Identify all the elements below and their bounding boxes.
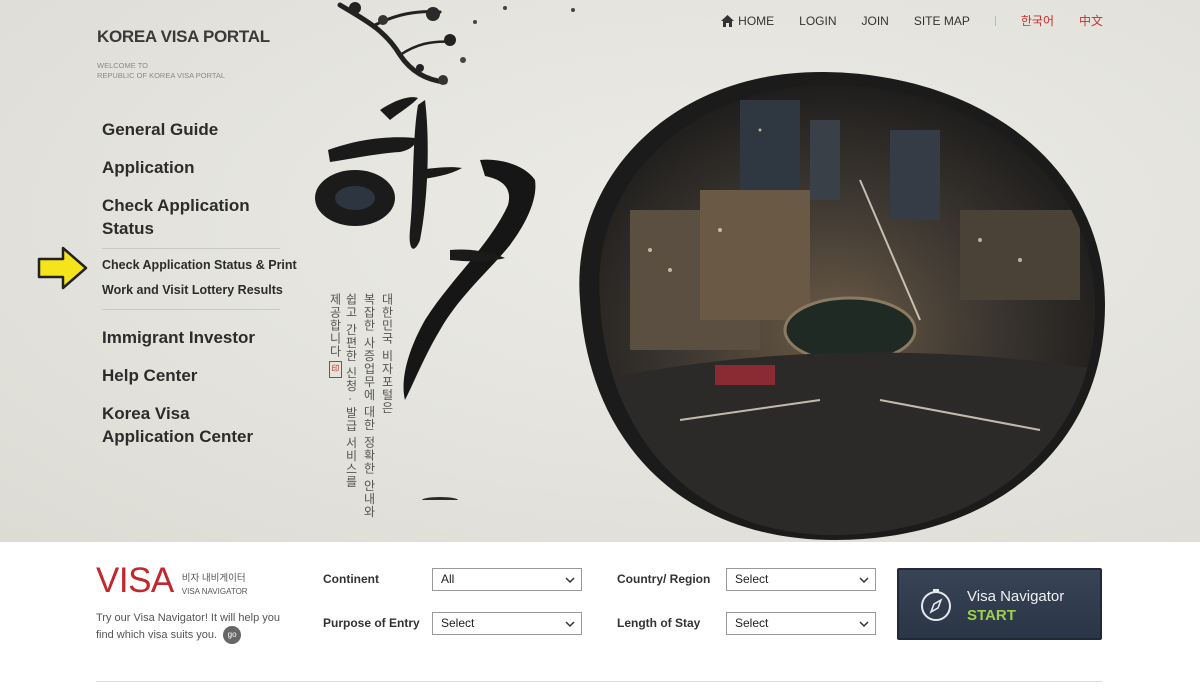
vertical-text-line-1: 대한민국 비자포털은: [380, 293, 394, 415]
chevron-down-icon: [565, 577, 575, 584]
compass-icon: [921, 589, 951, 621]
continent-selected-value: All: [441, 572, 455, 586]
menu-center-line-2: Application Center: [102, 427, 254, 446]
visa-logo-text: VISA: [96, 561, 174, 600]
menu-immigrant-investor[interactable]: Immigrant Investor: [102, 326, 255, 349]
home-icon: [721, 14, 735, 27]
nav-join[interactable]: JOIN: [862, 14, 889, 28]
visa-description-text: Try our Visa Navigator! It will help you…: [96, 612, 281, 641]
footer-divider: [96, 681, 1102, 682]
menu-divider: [102, 309, 280, 310]
purpose-selected-value: Select: [441, 616, 475, 630]
visa-logo-english: VISA NAVIGATOR: [181, 587, 248, 596]
country-selected-value: Select: [735, 572, 769, 586]
visa-navigator-panel: VISA 비자 내비게이터 VISA NAVIGATOR Try our Vis…: [0, 542, 1200, 700]
visa-logo-subtitle: 비자 내비게이터 VISA NAVIGATOR: [182, 570, 248, 596]
chevron-down-icon: [859, 621, 869, 628]
length-select[interactable]: Select: [726, 612, 876, 635]
nav-lang-korean[interactable]: 한국어: [1021, 12, 1054, 29]
start-button-line-2: START: [967, 607, 1016, 624]
top-navigation: HOME LOGIN JOIN SITE MAP 한국어 中文: [721, 12, 1103, 29]
visa-logo-korean: 비자 내비게이터: [181, 573, 246, 584]
nav-lang-chinese[interactable]: 中文: [1079, 12, 1103, 29]
site-logo[interactable]: KOREA VISA PORTAL WELCOME TO REPUBLIC OF…: [97, 27, 270, 81]
logo-sub-line-2: REPUBLIC OF KOREA VISA PORTAL: [97, 71, 226, 80]
seoul-night-photo: [579, 71, 1105, 540]
logo-title: KOREA VISA PORTAL: [97, 27, 270, 46]
country-label: Country/ Region: [617, 572, 711, 586]
nav-sitemap[interactable]: SITE MAP: [914, 14, 970, 28]
chevron-down-icon: [859, 577, 869, 584]
country-select[interactable]: Select: [726, 568, 876, 591]
chevron-down-icon: [565, 621, 575, 628]
korean-calligraphy-art: [315, 97, 536, 500]
purpose-select[interactable]: Select: [432, 612, 582, 635]
menu-check-application-status[interactable]: Check Application Status: [102, 194, 282, 240]
submenu-check-status-print[interactable]: Check Application Status & Print: [102, 258, 297, 272]
menu-check-status-line-2: Status: [102, 219, 154, 238]
menu-center-line-1: Korea Visa: [102, 404, 190, 423]
start-button-line-1: Visa Navigator: [967, 588, 1065, 605]
length-selected-value: Select: [735, 616, 769, 630]
menu-application-center[interactable]: Korea Visa Application Center: [102, 402, 282, 448]
logo-sub-line-1: WELCOME TO: [97, 61, 148, 70]
menu-help-center[interactable]: Help Center: [102, 364, 197, 387]
menu-check-status-line-1: Check Application: [102, 196, 250, 215]
visa-navigator-description: Try our Visa Navigator! It will help you…: [96, 610, 286, 644]
go-button[interactable]: go: [223, 626, 242, 644]
length-label: Length of Stay: [617, 616, 701, 630]
nav-login[interactable]: LOGIN: [799, 14, 836, 28]
nav-home-label: HOME: [738, 13, 775, 28]
logo-subtitle: WELCOME TO REPUBLIC OF KOREA VISA PORTAL: [97, 61, 270, 81]
menu-general-guide[interactable]: General Guide: [102, 118, 218, 141]
nav-home[interactable]: HOME: [721, 14, 774, 28]
purpose-label: Purpose of Entry: [323, 616, 420, 630]
yellow-arrow-icon: [37, 246, 88, 290]
visa-navigator-logo: VISA 비자 내비게이터 VISA NAVIGATOR: [96, 561, 248, 600]
visa-navigator-start-button[interactable]: Visa Navigator START: [897, 568, 1102, 640]
vertical-text-line-3: 쉽고 간편한 신청 · 발급 서비스를: [344, 293, 358, 489]
submenu-lottery-results[interactable]: Work and Visit Lottery Results: [102, 283, 283, 297]
continent-label: Continent: [323, 572, 379, 586]
continent-select[interactable]: All: [432, 568, 582, 591]
menu-application[interactable]: Application: [102, 156, 195, 179]
menu-divider: [102, 248, 280, 249]
nav-separator: [994, 15, 996, 26]
hero-banner: KOREA VISA PORTAL WELCOME TO REPUBLIC OF…: [0, 0, 1200, 542]
vertical-text-line-4: 제공합니다: [328, 293, 342, 358]
vertical-text-line-2: 복잡한 사증업무에 대한 정확한 안내와: [362, 293, 376, 519]
red-seal-stamp: 印: [329, 361, 342, 378]
